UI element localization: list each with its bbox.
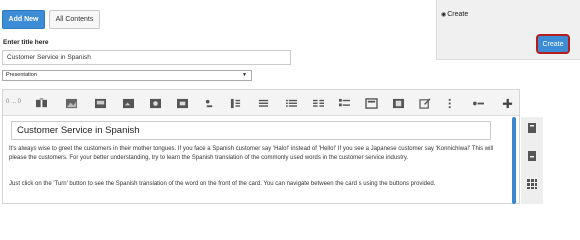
card-front-icon[interactable] <box>524 121 540 135</box>
fullscreen-icon[interactable] <box>391 97 406 109</box>
paragraph-intro[interactable]: It's always wise to greet the customers … <box>9 145 501 163</box>
list-image-icon[interactable] <box>228 97 243 109</box>
image-bottom-text-icon[interactable] <box>121 97 136 109</box>
tags-icon[interactable] <box>471 97 486 109</box>
checklist-icon[interactable] <box>337 97 352 109</box>
numbered-text-icon[interactable] <box>202 97 217 109</box>
more-icon[interactable] <box>444 97 459 109</box>
list-icon[interactable] <box>284 97 299 109</box>
card-title-field[interactable]: Customer Service in Spanish <box>11 121 491 140</box>
image-text-icon[interactable] <box>93 97 108 109</box>
create-option-label: Create <box>447 11 469 18</box>
content-type-value: Presentation <box>6 72 37 78</box>
content-type-select[interactable]: Presentation ▼ <box>2 70 252 81</box>
slide-counter: 0 ... 0 <box>6 99 22 105</box>
create-button[interactable]: Create <box>536 34 570 54</box>
bulleted-list-icon[interactable] <box>256 97 271 109</box>
video-icon[interactable] <box>148 97 163 109</box>
paragraph-instructions[interactable]: Just click on the 'Turn' button to see t… <box>9 180 501 189</box>
grid-icon[interactable] <box>524 177 540 191</box>
dropdown-arrow-icon: ▼ <box>242 72 247 78</box>
add-icon[interactable] <box>500 97 515 109</box>
editor-content[interactable]: Customer Service in Spanish It's always … <box>3 117 511 204</box>
text-image-icon[interactable] <box>364 97 379 109</box>
editor-scrollbar[interactable] <box>512 117 516 204</box>
two-column-icon[interactable] <box>311 97 326 109</box>
card-back-icon[interactable] <box>524 149 540 163</box>
title-input[interactable] <box>2 50 291 65</box>
edit-icon[interactable] <box>418 97 433 109</box>
all-contents-button[interactable]: All Contents <box>49 10 100 29</box>
image-icon[interactable] <box>64 97 79 109</box>
title-label: Enter title here <box>3 39 49 46</box>
create-option[interactable]: ◉Create <box>441 11 468 18</box>
video-text-icon[interactable] <box>175 97 190 109</box>
radio-icon[interactable]: ◉ <box>441 12 446 18</box>
add-new-button[interactable]: Add New <box>2 10 45 29</box>
card-swap-icon[interactable] <box>34 97 49 109</box>
